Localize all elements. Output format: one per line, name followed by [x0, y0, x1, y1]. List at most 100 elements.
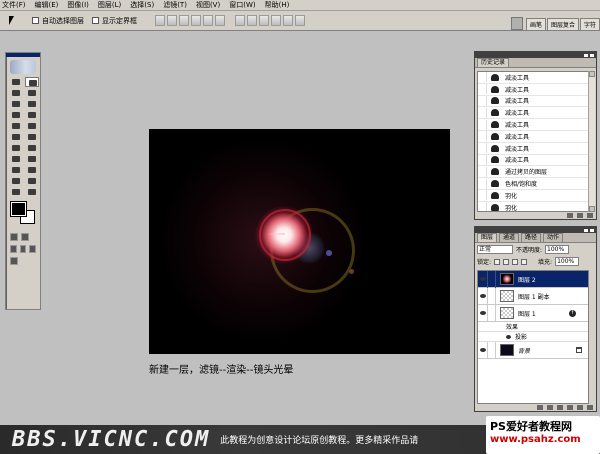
menu-view[interactable]: 视图(V) — [196, 0, 220, 11]
hand-tool-icon[interactable] — [9, 187, 23, 197]
eyedropper-tool-icon[interactable] — [25, 176, 39, 186]
scroll-up-icon[interactable] — [589, 71, 595, 77]
distribute-right-icon[interactable] — [295, 15, 305, 26]
menu-help[interactable]: 帮助(H) — [265, 0, 290, 11]
history-item[interactable]: 减淡工具 — [478, 131, 588, 143]
crop-tool-icon[interactable] — [9, 99, 23, 109]
fill-field[interactable]: 100% — [555, 257, 580, 266]
tab-paths[interactable]: 路径 — [521, 233, 542, 242]
history-item[interactable]: 减淡工具 — [478, 107, 588, 120]
minimize-icon[interactable] — [584, 53, 588, 57]
type-tool-icon[interactable] — [25, 154, 39, 164]
lasso-tool-icon[interactable] — [9, 88, 23, 98]
eye-icon[interactable] — [478, 304, 488, 322]
well-tab-character[interactable]: 字符 — [579, 18, 600, 30]
well-tab-brushes[interactable]: 画笔 — [525, 18, 546, 30]
distribute-hcenter-icon[interactable] — [283, 15, 293, 26]
history-item[interactable]: 减淡工具 — [478, 154, 588, 167]
history-item[interactable]: 减淡工具 — [478, 119, 588, 131]
new-group-icon[interactable] — [567, 404, 573, 410]
file-browser-icon[interactable] — [510, 17, 523, 30]
link-layers-icon[interactable] — [537, 404, 543, 410]
align-left-icon[interactable] — [191, 15, 201, 26]
link-icon[interactable] — [488, 341, 496, 359]
tab-history[interactable]: 历史记录 — [477, 58, 510, 67]
menu-image[interactable]: 图像(I) — [67, 0, 89, 11]
distribute-bottom-icon[interactable] — [259, 15, 269, 26]
foreground-color-swatch[interactable] — [10, 201, 27, 217]
menu-select[interactable]: 选择(S) — [130, 0, 154, 11]
marquee-tool-icon[interactable] — [9, 77, 23, 87]
new-layer-icon[interactable] — [577, 404, 583, 410]
menu-edit[interactable]: 编辑(E) — [35, 0, 59, 11]
lock-transparency-icon[interactable] — [494, 258, 501, 265]
layer-style-icon[interactable] — [547, 404, 553, 410]
menu-layer[interactable]: 图层(L) — [98, 0, 121, 11]
history-item[interactable]: 减淡工具 — [478, 72, 588, 84]
align-right-icon[interactable] — [215, 15, 225, 26]
feather-logo-icon[interactable] — [10, 60, 36, 74]
tab-actions[interactable]: 动作 — [543, 233, 564, 242]
mask-icon[interactable] — [557, 404, 563, 410]
lock-all-icon[interactable] — [521, 258, 528, 265]
layer-row[interactable]: 图层 1 副本 — [478, 287, 588, 305]
layer-row[interactable]: 背景 — [478, 341, 588, 359]
minimize-icon[interactable] — [584, 228, 588, 232]
eye-icon[interactable] — [506, 334, 511, 339]
eye-icon[interactable] — [478, 271, 488, 288]
history-brush-tool-icon[interactable] — [25, 121, 39, 131]
distribute-vcenter-icon[interactable] — [247, 15, 257, 26]
move-tool-icon[interactable] — [25, 77, 39, 87]
auto-select-checkbox[interactable] — [32, 17, 39, 24]
history-item[interactable]: 通过拷贝的图层 — [478, 166, 588, 179]
path-select-tool-icon[interactable] — [9, 154, 23, 164]
brush-tool-icon[interactable] — [25, 110, 39, 120]
color-swatches[interactable] — [9, 201, 37, 226]
effects-badge-icon[interactable]: f — [569, 310, 576, 317]
history-item[interactable]: 减淡工具 — [478, 143, 588, 155]
shape-tool-icon[interactable] — [25, 165, 39, 175]
trash-icon[interactable] — [587, 212, 593, 218]
link-icon[interactable] — [488, 287, 496, 305]
close-icon[interactable] — [590, 228, 594, 232]
drop-shadow-row[interactable]: 投影 — [478, 332, 588, 342]
brush-link-icon[interactable] — [488, 271, 496, 288]
menu-file[interactable]: 文件(F) — [2, 0, 26, 11]
link-icon[interactable] — [488, 304, 496, 322]
menu-window[interactable]: 窗口(W) — [229, 0, 255, 11]
clone-stamp-tool-icon[interactable] — [9, 121, 23, 131]
history-item[interactable]: 减淡工具 — [478, 84, 588, 96]
document-canvas[interactable] — [149, 129, 450, 354]
dodge-tool-icon[interactable] — [25, 143, 39, 153]
layer-row[interactable]: 图层 1 f — [478, 304, 588, 322]
screen-mode-full-icon[interactable] — [29, 245, 37, 253]
tab-channels[interactable]: 通道 — [499, 233, 520, 242]
move-tool-icon[interactable] — [4, 13, 24, 29]
eye-icon[interactable] — [478, 287, 488, 305]
screen-mode-standard-icon[interactable] — [10, 245, 17, 253]
slice-tool-icon[interactable] — [25, 99, 39, 109]
well-tab-layer-comps[interactable]: 图层复合 — [546, 18, 579, 30]
opacity-field[interactable]: 100% — [545, 245, 570, 254]
layer-row[interactable]: 图层 2 — [478, 271, 588, 288]
screen-mode-full-menu-icon[interactable] — [19, 245, 27, 253]
distribute-left-icon[interactable] — [271, 15, 281, 26]
quick-mask-icon[interactable] — [21, 233, 29, 241]
align-hcenter-icon[interactable] — [203, 15, 213, 26]
lock-position-icon[interactable] — [512, 258, 519, 265]
jump-to-imageready-icon[interactable] — [10, 257, 18, 265]
history-item[interactable]: 羽化 — [478, 190, 588, 202]
menu-filter[interactable]: 滤镜(T) — [163, 0, 187, 11]
lock-pixels-icon[interactable] — [503, 258, 510, 265]
magic-wand-tool-icon[interactable] — [25, 88, 39, 98]
blend-mode-select[interactable]: 正常 — [477, 245, 513, 254]
zoom-tool-icon[interactable] — [25, 187, 39, 197]
new-snapshot-icon[interactable] — [577, 212, 583, 218]
history-item[interactable]: 色相/饱和度 — [478, 178, 588, 190]
align-bottom-icon[interactable] — [179, 15, 189, 26]
show-bounds-checkbox[interactable] — [92, 17, 99, 24]
blur-tool-icon[interactable] — [9, 143, 23, 153]
history-scrollbar[interactable] — [588, 71, 595, 212]
pen-tool-icon[interactable] — [9, 165, 23, 175]
close-icon[interactable] — [590, 53, 594, 57]
